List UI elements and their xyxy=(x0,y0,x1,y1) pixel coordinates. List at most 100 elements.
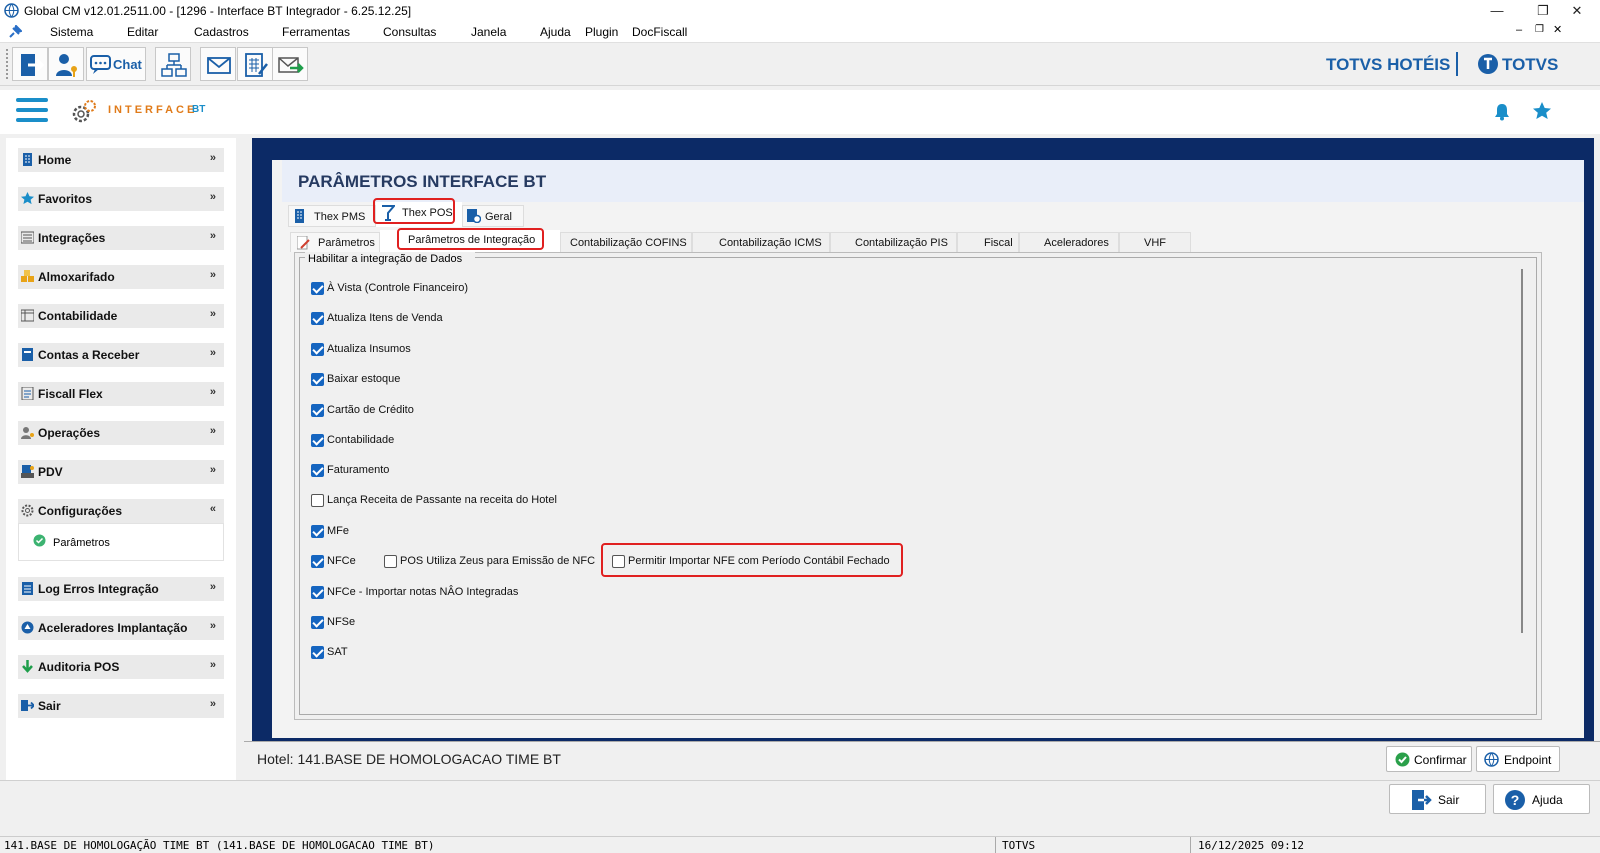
integration-checkbox[interactable] xyxy=(311,525,324,538)
org-chart-button[interactable] xyxy=(155,47,191,81)
user-key-button[interactable] xyxy=(48,47,84,81)
menu-plugin[interactable]: Plugin xyxy=(585,25,618,39)
sidebar-item-contabilidade[interactable]: Contabilidade» xyxy=(18,304,224,328)
sidebar-item-almoxarifado[interactable]: Almoxarifado» xyxy=(18,265,224,289)
rocket-icon xyxy=(21,621,34,634)
envelope-icon xyxy=(207,57,231,74)
tab-thex-pms[interactable]: Thex PMS xyxy=(288,205,376,227)
sidebar-item-auditoria-pos[interactable]: Auditoria POS» xyxy=(18,655,224,679)
subtab-vhf[interactable]: VHF xyxy=(1119,232,1191,252)
chevron-down-icon: » xyxy=(209,581,216,593)
status-bar: 141.BASE DE HOMOLOGAÇÃO TIME BT (141.BAS… xyxy=(0,836,1600,853)
integration-checkbox[interactable] xyxy=(311,343,324,356)
panel-title: PARÂMETROS INTERFACE BT xyxy=(298,172,547,191)
sidebar-item-contas-a-receber[interactable]: Contas a Receber» xyxy=(18,343,224,367)
help-button[interactable]: ? Ajuda xyxy=(1493,784,1590,814)
sidebar-item-sair[interactable]: Sair» xyxy=(18,694,224,718)
chevron-down-icon: » xyxy=(209,308,216,320)
sidebar-item-aceleradores[interactable]: Aceleradores Implantação» xyxy=(18,616,224,640)
integration-checkbox[interactable] xyxy=(311,434,324,447)
document-pen-icon xyxy=(297,236,310,250)
integration-checkbox[interactable] xyxy=(311,282,324,295)
integration-checkbox-label: Faturamento xyxy=(327,464,390,476)
integration-checkbox-label: Atualiza Insumos xyxy=(327,343,411,355)
integration-checkbox[interactable] xyxy=(311,646,324,659)
close-button[interactable]: ✕ xyxy=(1554,0,1600,22)
chevron-up-icon: « xyxy=(209,503,216,515)
subtab-fiscal[interactable]: Fiscal xyxy=(957,232,1019,252)
endpoint-button[interactable]: Endpoint xyxy=(1476,746,1560,772)
chevron-down-icon: » xyxy=(209,152,216,164)
status-datetime: 16/12/2025 09:12 xyxy=(1198,839,1304,852)
sidebar-item-configuracoes[interactable]: Configurações « xyxy=(18,499,224,523)
chevron-down-icon: » xyxy=(209,230,216,242)
status-company: TOTVS xyxy=(1002,839,1036,852)
sidebar-item-pdv[interactable]: PDV» xyxy=(18,460,224,484)
logout-button[interactable] xyxy=(12,47,48,81)
integration-checkbox-label: Lança Receita de Passante na receita do … xyxy=(327,494,557,506)
menu-ferramentas[interactable]: Ferramentas xyxy=(282,25,350,39)
subtab-aceleradores[interactable]: Aceleradores xyxy=(1019,232,1119,252)
group-title: Habilitar a integração de Dados xyxy=(308,253,463,265)
mdi-minimize-button[interactable]: – xyxy=(1516,24,1522,36)
sidebar-item-favoritos[interactable]: Favoritos» xyxy=(18,187,224,211)
app-name: INTERFACE xyxy=(108,104,198,116)
integration-checkbox[interactable] xyxy=(311,464,324,477)
pos-terminal-icon xyxy=(21,465,34,478)
hamburger-menu-icon[interactable] xyxy=(16,98,48,124)
menu-ajuda[interactable]: Ajuda xyxy=(540,25,571,39)
totvs-logo-icon xyxy=(1478,54,1498,74)
subtab-contabilizacao-icms[interactable]: Contabilização ICMS xyxy=(692,232,830,252)
minimize-button[interactable]: — xyxy=(1474,0,1520,22)
bell-icon[interactable] xyxy=(1494,103,1510,121)
zeus-checkbox[interactable] xyxy=(384,555,397,568)
subtab-contabilizacao-cofins[interactable]: Contabilização COFINS xyxy=(560,232,692,252)
menu-cadastros[interactable]: Cadastros xyxy=(194,25,249,39)
hotel-label: Hotel: 141.BASE DE HOMOLOGACAO TIME BT xyxy=(257,751,561,767)
confirm-button[interactable]: Confirmar xyxy=(1386,746,1472,772)
integration-checkbox-label: Atualiza Itens de Venda xyxy=(327,312,443,324)
mdi-close-button[interactable]: ✕ xyxy=(1553,23,1562,36)
integration-checkbox[interactable] xyxy=(311,373,324,386)
title-bar: Global CM v12.01.2511.00 - [1296 - Inter… xyxy=(0,0,1600,22)
integration-checkbox[interactable] xyxy=(311,404,324,417)
star-icon xyxy=(21,192,34,205)
zeus-label: POS Utiliza Zeus para Emissão de NFC xyxy=(400,555,596,567)
star-icon[interactable] xyxy=(1532,101,1552,121)
tab-geral[interactable]: Geral xyxy=(462,205,524,227)
integration-checkbox[interactable] xyxy=(311,586,324,599)
chevron-down-icon: » xyxy=(209,464,216,476)
chat-button[interactable]: Chat xyxy=(86,47,146,81)
menu-editar[interactable]: Editar xyxy=(127,25,158,39)
document-icon xyxy=(21,387,34,400)
arrow-down-icon xyxy=(22,660,33,673)
menu-docfiscall[interactable]: DocFiscall xyxy=(632,25,687,39)
menu-janela[interactable]: Janela xyxy=(471,25,506,39)
sidebar-item-log-erros[interactable]: Log Erros Integração» xyxy=(18,577,224,601)
subtab-parametros[interactable]: Parâmetros xyxy=(290,232,380,252)
send-mail-button[interactable] xyxy=(272,47,308,81)
sidebar-item-fiscall-flex[interactable]: Fiscall Flex» xyxy=(18,382,224,406)
sidebar-item-integracoes[interactable]: Integrações» xyxy=(18,226,224,250)
subtab-contabilizacao-pis[interactable]: Contabilização PIS xyxy=(830,232,957,252)
sidebar-item-home[interactable]: Home» xyxy=(18,148,224,172)
chevron-down-icon: » xyxy=(209,425,216,437)
sidebar-item-operacoes[interactable]: Operações» xyxy=(18,421,224,445)
calculator-button[interactable] xyxy=(237,47,273,81)
exit-button[interactable]: Sair xyxy=(1389,784,1486,814)
menu-consultas[interactable]: Consultas xyxy=(383,25,436,39)
pin-icon xyxy=(9,25,22,38)
integration-checkbox[interactable] xyxy=(311,555,324,568)
sidebar-subitem-parametros[interactable]: Parâmetros xyxy=(53,537,110,549)
menu-sistema[interactable]: Sistema xyxy=(50,25,93,39)
integration-checkbox[interactable] xyxy=(311,312,324,325)
mail-button[interactable] xyxy=(200,47,236,81)
integration-checkbox[interactable] xyxy=(311,494,324,507)
exit-door-icon xyxy=(21,54,44,76)
mdi-restore-button[interactable]: ❐ xyxy=(1535,24,1544,35)
exit-icon xyxy=(21,700,34,711)
status-base: 141.BASE DE HOMOLOGAÇÃO TIME BT (141.BAS… xyxy=(4,839,435,852)
integration-checkbox[interactable] xyxy=(311,616,324,629)
sidebar: Home» Favoritos» Integrações» Almoxarifa… xyxy=(6,138,236,792)
highlight-subtab-integracao xyxy=(397,228,544,250)
